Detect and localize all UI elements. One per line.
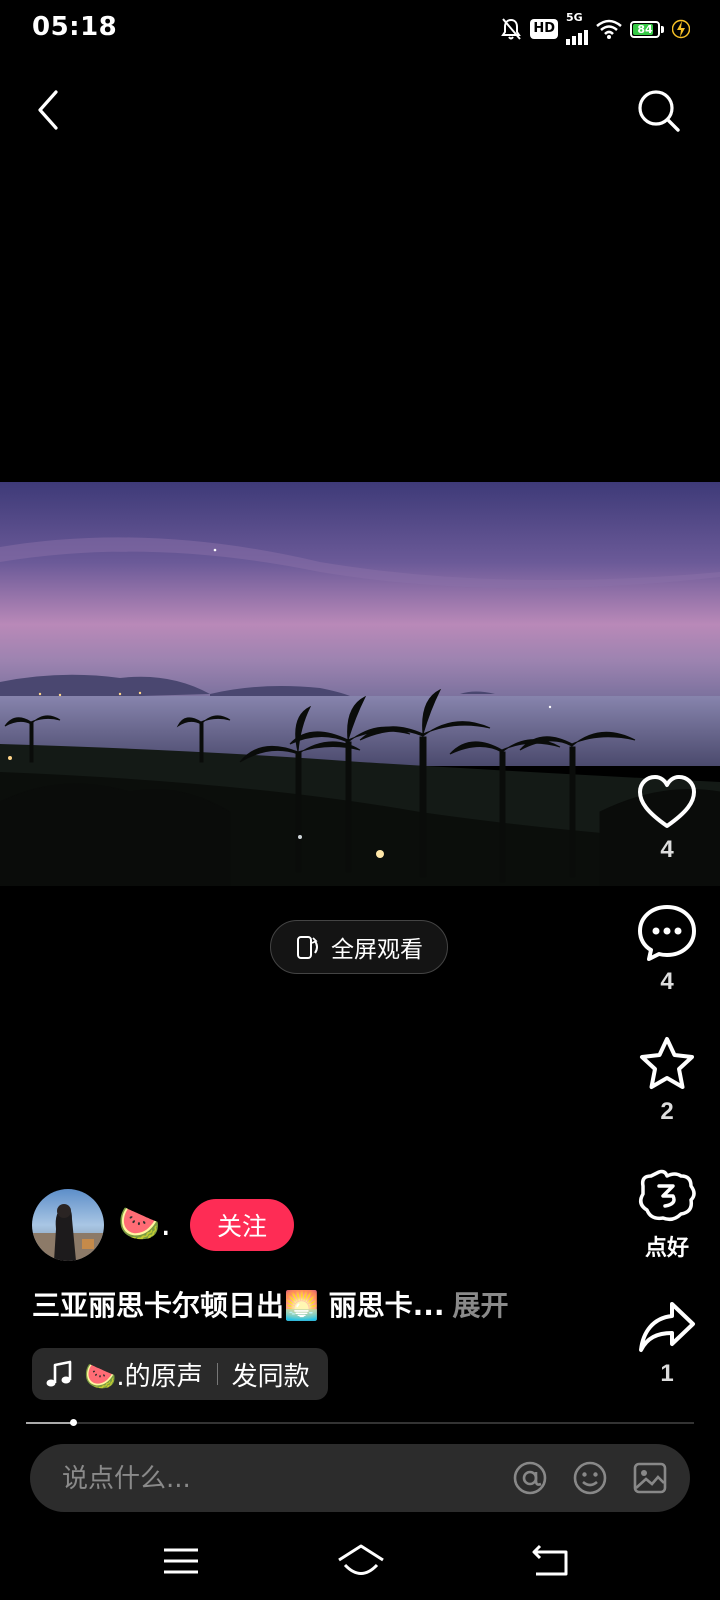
heart-icon — [638, 775, 696, 828]
hd-icon: HD — [530, 19, 558, 39]
search-icon — [638, 90, 680, 132]
rotate-screen-icon — [297, 936, 318, 959]
image-icon[interactable] — [632, 1460, 668, 1496]
progress-knob[interactable] — [70, 1419, 77, 1426]
avatar-image — [32, 1189, 104, 1261]
progress-fill — [26, 1422, 73, 1424]
wifi-icon — [596, 19, 622, 39]
chip-divider — [216, 1363, 218, 1385]
music-note-icon — [46, 1360, 72, 1387]
home-icon — [338, 1544, 384, 1575]
charging-bolt-icon — [672, 19, 690, 39]
rate-button[interactable]: 点好 — [628, 1168, 706, 1262]
system-back-button[interactable] — [528, 1538, 574, 1584]
chat-bubble-icon — [638, 905, 696, 961]
like-count: 4 — [660, 836, 674, 863]
comment-bar — [30, 1444, 690, 1514]
share-button[interactable]: 1 — [628, 1300, 706, 1388]
like-button[interactable]: 4 — [628, 774, 706, 864]
mute-notification-icon — [501, 18, 522, 40]
search-button[interactable] — [636, 88, 682, 134]
system-menu-button[interactable] — [158, 1538, 204, 1584]
back-button[interactable] — [28, 88, 72, 132]
share-count: 1 — [660, 1360, 674, 1387]
star-icon — [640, 1037, 694, 1089]
video-frame-image — [0, 482, 720, 886]
use-sound-button[interactable]: 发同款 — [232, 1356, 310, 1393]
favorite-button[interactable]: 2 — [628, 1036, 706, 1126]
menu-icon — [164, 1548, 198, 1574]
battery-level: 84 — [637, 22, 653, 36]
follow-button[interactable]: 关注 — [190, 1199, 294, 1251]
share-arrow-icon — [639, 1302, 695, 1352]
favorite-count: 2 — [660, 1098, 674, 1125]
chevron-left-icon — [38, 90, 58, 130]
video-player[interactable] — [0, 482, 720, 886]
status-icons: HD 5G 84 — [500, 11, 690, 45]
battery-icon: 84 — [630, 20, 660, 38]
caption[interactable]: 三亚丽思卡尔顿日出🌅 丽思卡... 展开 — [32, 1286, 509, 1326]
status-time: 05:18 — [32, 12, 118, 42]
fullscreen-label: 全屏观看 — [331, 937, 423, 963]
rate-label: 点好 — [644, 1236, 689, 1261]
comment-input[interactable] — [60, 1444, 464, 1514]
emoji-icon[interactable] — [572, 1460, 608, 1496]
author-name[interactable]: 🍉. — [118, 1204, 171, 1244]
back-icon — [532, 1544, 568, 1576]
thumbs-ok-icon — [639, 1169, 696, 1222]
progress-track[interactable] — [26, 1422, 694, 1424]
expand-link[interactable]: 展开 — [453, 1289, 509, 1322]
music-title: 🍉.的原声 — [84, 1361, 203, 1392]
comment-count: 4 — [660, 968, 674, 995]
network-type: 5G — [566, 11, 583, 24]
fullscreen-button[interactable]: 全屏观看 — [270, 920, 448, 974]
avatar[interactable] — [32, 1189, 104, 1261]
music-chip[interactable]: 🍉.的原声 发同款 — [32, 1348, 328, 1400]
at-icon[interactable] — [512, 1460, 548, 1496]
system-home-button[interactable] — [336, 1538, 386, 1584]
signal-icon: 5G — [566, 11, 588, 45]
caption-text: 三亚丽思卡尔顿日出🌅 丽思卡... — [32, 1289, 445, 1322]
comment-button[interactable]: 4 — [628, 904, 706, 996]
